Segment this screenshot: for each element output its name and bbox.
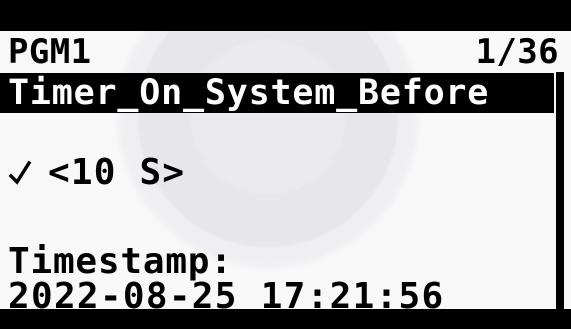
- selected-item-bar[interactable]: Timer_On_System_Before: [0, 73, 554, 113]
- scrollbar[interactable]: [556, 72, 564, 309]
- setting-row[interactable]: <10 S>: [8, 151, 186, 193]
- setting-value: <10 S>: [48, 151, 186, 193]
- top-bezel: [0, 0, 571, 31]
- header-row: PGM1 1/36: [8, 33, 563, 71]
- selected-item-label: Timer_On_System_Before: [8, 73, 490, 113]
- program-label: PGM1: [8, 32, 92, 72]
- lcd-display: PGM1 1/36 Timer_On_System_Before <10 S> …: [0, 31, 571, 309]
- screen: PGM1 1/36 Timer_On_System_Before <10 S> …: [0, 0, 571, 329]
- timestamp-value: 2022-08-25 17:21:56: [8, 276, 445, 310]
- scrollbar-thumb[interactable]: [558, 72, 560, 86]
- check-icon: [8, 160, 32, 185]
- bottom-bezel: [0, 309, 571, 329]
- page-indicator: 1/36: [475, 32, 559, 72]
- timestamp-label: Timestamp:: [8, 241, 233, 282]
